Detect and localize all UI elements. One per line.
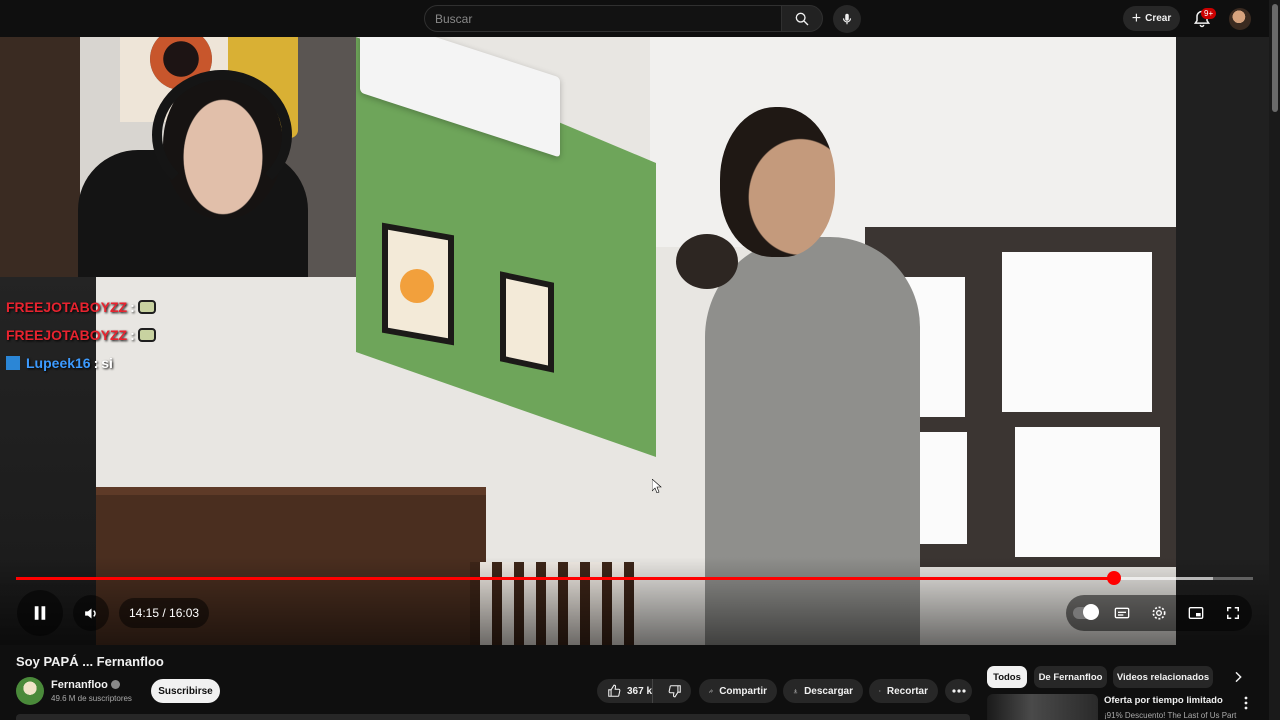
video-scene-person-head xyxy=(720,107,835,257)
video-scene-window-pane xyxy=(1015,427,1160,557)
share-button[interactable]: Compartir xyxy=(699,679,777,703)
subtitles-icon xyxy=(1114,607,1130,619)
download-button[interactable]: Descargar xyxy=(783,679,863,703)
video-title: Soy PAPÁ ... Fernanfloo xyxy=(16,654,164,669)
create-label: Crear xyxy=(1145,13,1172,24)
webcam-overlay xyxy=(0,37,356,277)
subtitles-button[interactable] xyxy=(1104,595,1141,631)
search-button[interactable] xyxy=(781,5,823,32)
chevron-right-icon[interactable] xyxy=(1230,669,1246,685)
recommendation-thumbnail[interactable] xyxy=(987,694,1098,720)
mouse-cursor-icon xyxy=(652,479,662,493)
more-actions-button[interactable] xyxy=(945,679,972,703)
search-input[interactable]: Buscar xyxy=(424,5,782,32)
like-button[interactable]: 367 k xyxy=(597,679,654,703)
headphones xyxy=(152,70,292,200)
chip-from-channel[interactable]: De Fernanfloo xyxy=(1034,666,1107,688)
pause-button[interactable] xyxy=(17,590,63,636)
volume-button[interactable] xyxy=(73,595,109,631)
create-button[interactable]: + Crear xyxy=(1123,6,1180,31)
chat-username: FREEJOTABOYZZ xyxy=(6,299,128,315)
chat-message: FREEJOTABOYZZ : xyxy=(6,321,156,349)
dislike-icon xyxy=(668,685,681,698)
emote-icon xyxy=(137,300,156,314)
recommendation-title[interactable]: Oferta por tiempo limitado xyxy=(1104,695,1223,706)
recommendation-subtitle: ¡91% Descuento! The Last of Us Part xyxy=(1104,711,1237,720)
chip-related-videos[interactable]: Videos relacionados xyxy=(1113,666,1213,688)
chat-message: FREEJOTABOYZZ : xyxy=(6,293,156,321)
subscribe-button[interactable]: Suscribirse xyxy=(151,679,220,703)
share-label: Compartir xyxy=(719,685,767,697)
scrollbar-thumb[interactable] xyxy=(1272,4,1278,112)
search-icon xyxy=(795,12,809,25)
dislike-button[interactable] xyxy=(659,679,691,703)
chat-username: Lupeek16 xyxy=(26,355,91,371)
top-bar: Buscar + Crear 9+ xyxy=(0,0,1280,37)
video-player[interactable]: FREEJOTABOYZZ : FREEJOTABOYZZ : Lupeek16… xyxy=(0,37,1269,645)
autoplay-toggle-icon xyxy=(1073,604,1099,620)
mic-icon xyxy=(842,13,852,25)
subscriber-count: 49.6 M de suscriptores xyxy=(51,694,132,703)
kebab-icon[interactable] xyxy=(1240,696,1252,710)
notification-badge: 9+ xyxy=(1201,8,1217,19)
verified-icon xyxy=(110,680,120,689)
chat-message: Lupeek16 : si xyxy=(6,349,156,377)
chip-all[interactable]: Todos xyxy=(987,666,1027,688)
autoplay-toggle[interactable] xyxy=(1067,595,1104,631)
channel-name[interactable]: Fernanfloo xyxy=(51,679,108,691)
download-label: Descargar xyxy=(804,685,853,697)
fullscreen-button[interactable] xyxy=(1215,595,1252,631)
fullscreen-icon xyxy=(1227,607,1239,619)
channel-avatar[interactable] xyxy=(16,677,44,705)
stream-chat-overlay: FREEJOTABOYZZ : FREEJOTABOYZZ : Lupeek16… xyxy=(6,293,156,377)
like-icon xyxy=(608,684,621,697)
pause-icon xyxy=(34,606,46,620)
chat-separator: : xyxy=(130,327,135,343)
video-scene-picture-frame xyxy=(500,271,554,373)
more-icon xyxy=(951,689,966,693)
plus-icon: + xyxy=(1131,9,1142,27)
chat-text: si xyxy=(101,355,113,371)
search-placeholder: Buscar xyxy=(435,12,473,26)
scissors-icon xyxy=(879,690,881,692)
like-dislike-group: 367 k xyxy=(597,679,691,703)
video-scene-window-pane xyxy=(1002,252,1152,412)
video-scene-dragon-ball xyxy=(400,269,434,303)
video-frame-right-edge xyxy=(1176,37,1269,645)
download-icon xyxy=(793,689,798,694)
like-count: 367 k xyxy=(627,685,653,697)
progress-played xyxy=(16,577,1114,580)
clip-label: Recortar xyxy=(886,685,928,697)
volume-icon xyxy=(84,608,96,618)
emote-icon xyxy=(137,328,156,342)
chat-separator: : xyxy=(130,299,135,315)
miniplayer-button[interactable] xyxy=(1178,595,1215,631)
clip-button[interactable]: Recortar xyxy=(869,679,938,703)
settings-icon xyxy=(1152,606,1166,620)
chat-separator: : xyxy=(93,355,99,371)
time-display: 14:15 / 16:03 xyxy=(119,598,210,628)
share-icon xyxy=(709,689,714,693)
chat-badge-icon xyxy=(6,356,20,370)
voice-search-button[interactable] xyxy=(833,5,861,33)
video-scene-baby xyxy=(676,234,738,289)
settings-button[interactable] xyxy=(1141,595,1178,631)
channel-name-row[interactable]: Fernanfloo xyxy=(51,679,120,691)
miniplayer-icon xyxy=(1188,607,1204,619)
chat-username: FREEJOTABOYZZ xyxy=(6,327,128,343)
player-right-controls xyxy=(1066,595,1252,631)
avatar[interactable] xyxy=(1229,8,1251,30)
progress-scrubber[interactable] xyxy=(1107,571,1121,585)
description-box[interactable] xyxy=(16,714,970,720)
